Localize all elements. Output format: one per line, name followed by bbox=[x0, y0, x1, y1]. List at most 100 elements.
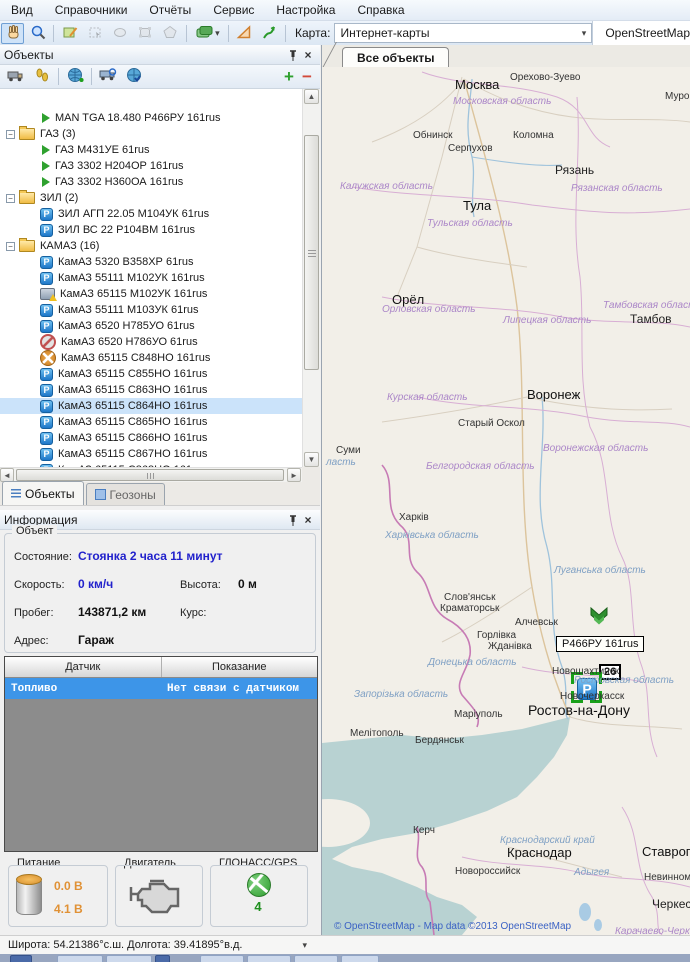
tree-item[interactable]: КамАЗ 65115 С848НО 161rus bbox=[0, 350, 302, 366]
map-label: Ростовская область bbox=[574, 675, 674, 686]
table-cell: Нет связи с датчиком bbox=[161, 678, 317, 699]
tree-item[interactable]: MAN TGA 18.480 Р466РУ 161rus bbox=[0, 110, 302, 126]
tree-item[interactable]: PКамАЗ 55111 М102УК 161rus bbox=[0, 270, 302, 286]
moving-arrow-icon bbox=[42, 113, 50, 123]
edit-map-button[interactable] bbox=[58, 23, 81, 44]
chevron-down-icon: ▾ bbox=[215, 28, 220, 39]
expander-icon[interactable]: − bbox=[6, 194, 15, 203]
tab-geozones-label: Геозоны bbox=[110, 488, 156, 502]
map-label: Тульская область bbox=[427, 218, 513, 229]
tree-item-label: КамАЗ 6520 Н786УО 61rus bbox=[61, 336, 198, 348]
map-label: Москва bbox=[455, 77, 499, 92]
tree-item[interactable]: PКамАЗ 65115 С867НО 161rus bbox=[0, 446, 302, 462]
pin-icon[interactable] bbox=[284, 48, 300, 62]
tracks-button[interactable] bbox=[258, 23, 281, 44]
column-header[interactable]: Датчик bbox=[5, 657, 162, 677]
add-to-map-button[interactable] bbox=[63, 66, 87, 87]
close-icon[interactable]: × bbox=[300, 513, 316, 527]
parking-icon: P bbox=[40, 368, 53, 381]
moving-arrow-icon bbox=[42, 161, 50, 171]
pan-tool-button[interactable] bbox=[1, 23, 24, 44]
table-row[interactable]: ТопливоНет связи с датчиком bbox=[5, 678, 317, 699]
map-source-combobox[interactable]: Интернет-карты ▾ bbox=[334, 23, 592, 43]
map-provider-field[interactable]: OpenStreetMap bbox=[592, 21, 690, 45]
tree-vertical-scrollbar[interactable]: ▲ ▼ bbox=[302, 89, 320, 467]
tree-item[interactable]: PКамАЗ 6520 Н785УО 61rus bbox=[0, 318, 302, 334]
parking-icon: P bbox=[40, 272, 53, 285]
ellipse-icon bbox=[112, 24, 128, 43]
scroll-down-icon[interactable]: ▼ bbox=[304, 452, 319, 467]
tree-item[interactable]: PКамАЗ 65115 С866НО 161rus bbox=[0, 430, 302, 446]
menu-item-0[interactable]: Вид bbox=[0, 1, 44, 19]
layers-button[interactable]: ▾ bbox=[191, 23, 224, 44]
tree-item[interactable]: PЗИЛ АГП 22.05 М104УК 61rus bbox=[0, 206, 302, 222]
select-geozone-button[interactable] bbox=[83, 23, 106, 44]
menu-item-4[interactable]: Настройка bbox=[265, 1, 346, 19]
map-canvas[interactable]: Р466РУ 161rus 26 P © OpenStreetMap - Map… bbox=[322, 67, 690, 935]
pin-icon[interactable] bbox=[284, 513, 300, 527]
show-vehicle-button[interactable] bbox=[96, 66, 120, 87]
footprints-icon bbox=[35, 68, 49, 85]
polygon-geozone-button[interactable] bbox=[159, 23, 182, 44]
rectangle-geozone-button[interactable] bbox=[134, 23, 157, 44]
mileage-label: Пробег: bbox=[14, 607, 54, 619]
vehicle-models-button[interactable] bbox=[4, 66, 28, 87]
tree-item[interactable]: ГАЗ М431УЕ 61rus bbox=[0, 142, 302, 158]
map-label: Алчевськ bbox=[515, 617, 558, 628]
chevron-down-icon[interactable]: ▾ bbox=[302, 940, 307, 951]
folder-icon bbox=[19, 192, 35, 204]
tree-item[interactable]: PКамАЗ 5320 В358ХР 61rus bbox=[0, 254, 302, 270]
scrollbar-thumb[interactable] bbox=[304, 135, 319, 370]
tree-item[interactable]: ГАЗ 3302 Н204ОР 161rus bbox=[0, 158, 302, 174]
truck-icon bbox=[7, 68, 25, 86]
add-object-button[interactable]: + bbox=[280, 67, 298, 87]
expander-icon[interactable]: − bbox=[6, 130, 15, 139]
sensors-table-header: ДатчикПоказание bbox=[5, 657, 317, 678]
tree-item[interactable]: −КАМАЗ (16) bbox=[0, 238, 302, 254]
state-value: Стоянка 2 часа 11 минут bbox=[78, 549, 223, 563]
ellipse-geozone-button[interactable] bbox=[109, 23, 132, 44]
menu-item-1[interactable]: Справочники bbox=[44, 1, 139, 19]
menu-item-3[interactable]: Сервис bbox=[202, 1, 265, 19]
close-icon[interactable]: × bbox=[300, 48, 316, 62]
chevron-down-icon: ▾ bbox=[582, 28, 587, 39]
folder-icon bbox=[19, 240, 35, 252]
tab-objects[interactable]: Объекты bbox=[2, 481, 84, 505]
left-panel: Объекты × + − MAN TGA 18.480 Р466РУ 161r… bbox=[0, 45, 322, 935]
status-bar: Широта: 54.21386°с.ш. Долгота: 39.41895°… bbox=[0, 935, 690, 954]
tree-item[interactable]: PКамАЗ 65115 С855НО 161rus bbox=[0, 366, 302, 382]
altitude-value: 0 м bbox=[238, 577, 257, 591]
show-all-on-map-button[interactable] bbox=[122, 66, 146, 87]
tree-item[interactable]: −ГАЗ (3) bbox=[0, 126, 302, 142]
map-panel: Все объекты bbox=[322, 45, 690, 935]
tree-item[interactable]: PЗИЛ ВС 22 Р104ВМ 161rus bbox=[0, 222, 302, 238]
map-attribution: © OpenStreetMap - Map data ©2013 OpenStr… bbox=[334, 921, 571, 932]
tree-item[interactable]: PКамАЗ 55111 М103УК 61rus bbox=[0, 302, 302, 318]
polygon-icon bbox=[162, 24, 178, 43]
footprints-button[interactable] bbox=[30, 66, 54, 87]
tree-item[interactable]: ГАЗ 3302 Н360ОА 161rus bbox=[0, 174, 302, 190]
tab-all-objects[interactable]: Все объекты bbox=[342, 47, 449, 68]
tree-item[interactable]: −ЗИЛ (2) bbox=[0, 190, 302, 206]
remove-object-button[interactable]: − bbox=[298, 67, 316, 87]
scroll-left-icon[interactable]: ◄ bbox=[0, 468, 14, 482]
zoom-tool-button[interactable] bbox=[26, 23, 49, 44]
menu-item-5[interactable]: Справка bbox=[346, 1, 415, 19]
column-header[interactable]: Показание bbox=[162, 657, 318, 677]
scroll-up-icon[interactable]: ▲ bbox=[304, 89, 319, 104]
layers-icon bbox=[195, 24, 215, 43]
expander-icon[interactable]: − bbox=[6, 242, 15, 251]
tree-item[interactable]: PКамАЗ 65115 С864НО 161rus bbox=[0, 398, 302, 414]
tree-item[interactable]: КамАЗ 6520 Н786УО 61rus bbox=[0, 334, 302, 350]
scrollbar-thumb[interactable] bbox=[16, 469, 284, 481]
battery-icon bbox=[16, 877, 42, 915]
tree-item[interactable]: PКамАЗ 65115 С863НО 161rus bbox=[0, 382, 302, 398]
menu-item-2[interactable]: Отчёты bbox=[138, 1, 202, 19]
map-base-layer bbox=[322, 67, 690, 935]
objects-panel-header: Объекты × bbox=[0, 45, 320, 65]
scroll-right-icon[interactable]: ► bbox=[287, 468, 301, 482]
tab-geozones[interactable]: Геозоны bbox=[86, 483, 165, 505]
tree-item[interactable]: КамАЗ 65115 М102УК 161rus bbox=[0, 286, 302, 302]
tree-item[interactable]: PКамАЗ 65115 С865НО 161rus bbox=[0, 414, 302, 430]
ruler-button[interactable] bbox=[233, 23, 256, 44]
